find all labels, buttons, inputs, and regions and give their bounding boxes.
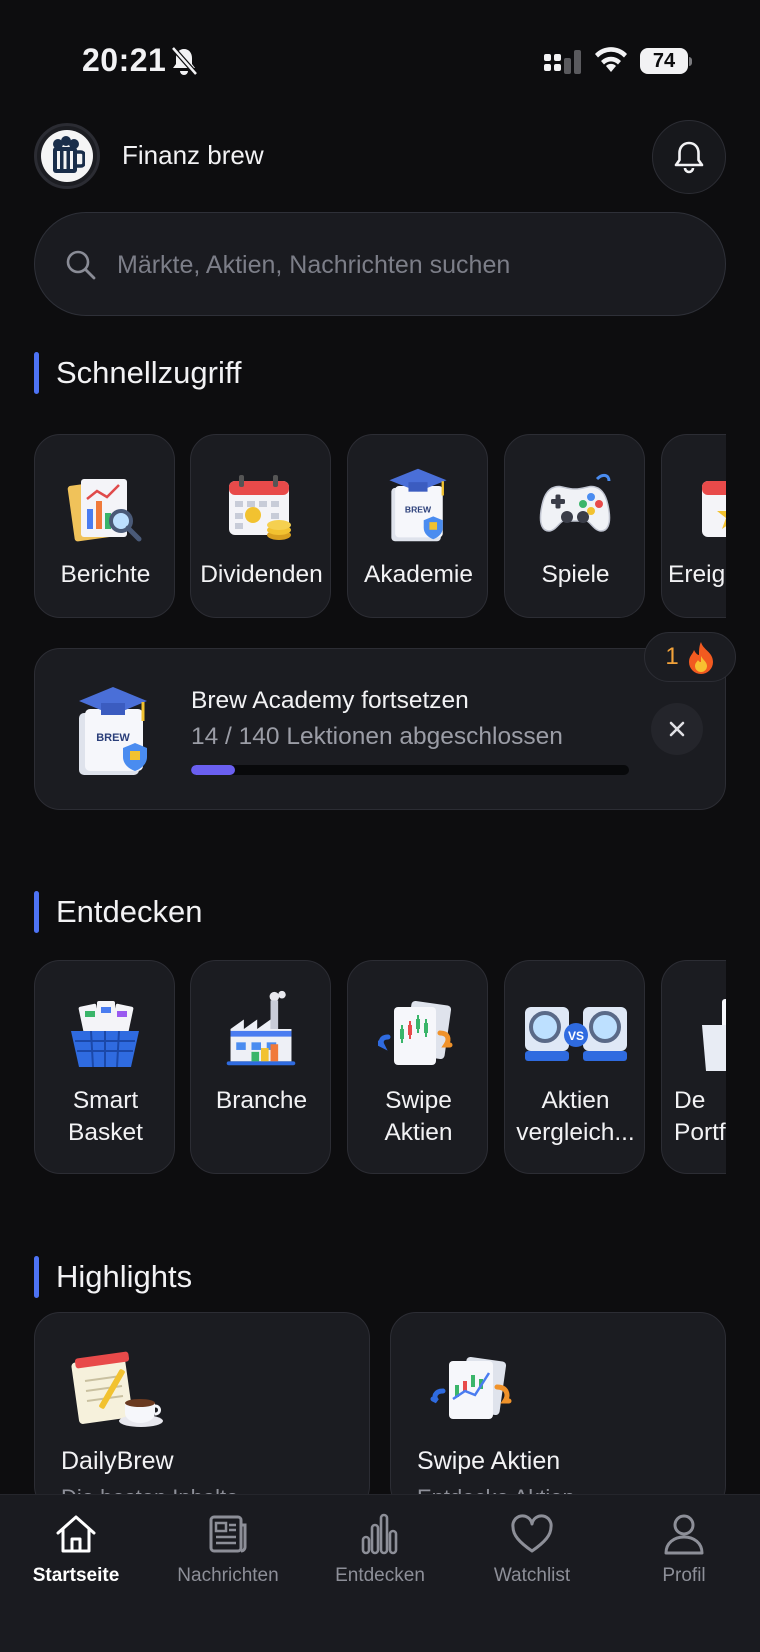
highlight-title: Swipe Aktien	[417, 1447, 561, 1475]
quick-access-academy[interactable]: BREW Akademie	[347, 434, 488, 618]
tile-label-line2: Aktien	[384, 1119, 453, 1146]
status-bar: 20:21 74	[0, 0, 760, 110]
tile-label-line1: Branche	[215, 1087, 308, 1114]
nav-label: Watchlist	[493, 1565, 571, 1586]
academy-progress-bar	[191, 765, 629, 775]
section-title-text: Entdecken	[56, 894, 203, 929]
quick-access-reports[interactable]: Berichte	[34, 434, 175, 618]
bell-icon	[674, 141, 704, 174]
tile-label-line1: De	[674, 1087, 706, 1114]
discover-compare-stocks[interactable]: VS Aktien vergleich...	[504, 960, 645, 1174]
nav-label: Startseite	[32, 1565, 120, 1586]
highlight-title: DailyBrew	[61, 1447, 174, 1475]
section-title-discover: Entdecken	[34, 891, 203, 933]
tile-label-line2: Basket	[68, 1119, 143, 1146]
tile-label-line2: vergleich...	[516, 1119, 635, 1146]
report-icon	[67, 479, 142, 542]
search-icon	[66, 250, 96, 280]
nav-label: Nachrichten	[177, 1565, 279, 1586]
section-accent-bar	[34, 352, 39, 394]
heart-icon	[511, 1514, 553, 1553]
person-icon	[664, 1514, 704, 1555]
section-title-highlights: Highlights	[34, 1256, 192, 1298]
tile-label: Akademie	[364, 561, 473, 588]
header: Finanz brew	[34, 120, 726, 196]
academy-progress-fill	[191, 765, 235, 775]
nav-label: Profil	[662, 1565, 706, 1586]
section-title-text: Schnellzugriff	[56, 355, 242, 390]
discover-row[interactable]: Smart Basket Branche Swipe Aktien VS Akt…	[34, 960, 726, 1174]
nav-item-home[interactable]: Startseite	[0, 1511, 152, 1591]
quick-access-row[interactable]: Berichte Dividenden BREW Akademie Spiele…	[34, 434, 726, 618]
tile-label-line1: Aktien	[541, 1087, 610, 1114]
streak-count: 1	[665, 643, 679, 670]
section-accent-bar	[34, 891, 39, 933]
portfolio-icon	[702, 999, 726, 1071]
battery-icon: 74	[640, 48, 692, 74]
app-name: Finanz brew	[122, 140, 264, 170]
quick-access-dividends[interactable]: Dividenden	[190, 434, 331, 618]
notifications-button[interactable]	[652, 120, 726, 194]
close-button[interactable]	[651, 703, 703, 755]
search-bar[interactable]	[34, 212, 726, 316]
academy-progress-card[interactable]: BREW Brew Academy fortsetzen 14 / 140 Le…	[34, 648, 726, 810]
quick-access-events[interactable]: Ereig	[661, 434, 726, 618]
tile-label-line1: Smart	[72, 1087, 139, 1114]
wifi-icon	[595, 47, 627, 72]
nav-label: Entdecken	[335, 1565, 425, 1586]
quick-access-games[interactable]: Spiele	[504, 434, 645, 618]
academy-title: Brew Academy fortsetzen	[191, 687, 469, 714]
industry-icon	[226, 990, 296, 1066]
swipe-stocks-icon	[430, 1356, 512, 1419]
academy-progress-text: 14 / 140 Lektionen abgeschlossen	[191, 723, 563, 750]
streak-badge: 1	[644, 632, 736, 682]
section-title-text: Highlights	[56, 1259, 193, 1294]
smart-basket-icon	[71, 1001, 139, 1068]
nav-item-profile[interactable]: Profil	[608, 1511, 760, 1591]
status-time: 20:21	[82, 42, 167, 78]
nav-item-news[interactable]: Nachrichten	[152, 1511, 304, 1591]
highlight-card-dailybrew[interactable]: DailyBrew Die besten Inhalte	[34, 1312, 370, 1512]
bar-chart-icon	[361, 1513, 398, 1555]
daily-notes-icon	[71, 1351, 163, 1427]
tile-label: Dividenden	[200, 561, 323, 588]
nav-item-watchlist[interactable]: Watchlist	[456, 1511, 608, 1591]
beer-mug-icon	[53, 136, 85, 173]
fire-icon	[688, 642, 713, 674]
bell-muted-icon	[171, 46, 198, 76]
tile-label: Ereig	[668, 561, 726, 588]
app-logo[interactable]	[34, 123, 100, 189]
battery-level: 74	[652, 50, 676, 72]
search-input[interactable]	[117, 241, 697, 289]
dividend-calendar-icon	[229, 475, 291, 540]
svg-text:VS: VS	[568, 1029, 584, 1043]
tile-label: Spiele	[541, 561, 610, 588]
tile-label: Berichte	[60, 561, 151, 588]
newspaper-icon	[209, 1515, 247, 1553]
section-title-quick-access: Schnellzugriff	[34, 352, 242, 394]
discover-smart-basket[interactable]: Smart Basket	[34, 960, 175, 1174]
svg-text:BREW: BREW	[96, 732, 130, 744]
tile-label-line1: Swipe	[385, 1087, 452, 1114]
close-icon	[669, 721, 685, 737]
home-icon	[56, 1515, 96, 1553]
highlight-card-swipe-stocks[interactable]: Swipe Aktien Entdecke Aktien	[390, 1312, 726, 1512]
svg-text:BREW: BREW	[405, 505, 432, 515]
swipe-stocks-icon	[378, 1000, 453, 1065]
discover-portfolio[interactable]: De Portf	[661, 960, 726, 1174]
discover-industry[interactable]: Branche	[190, 960, 331, 1174]
academy-icon: BREW	[389, 468, 447, 542]
gamepad-icon	[539, 473, 611, 532]
events-calendar-icon	[702, 481, 726, 537]
compare-stocks-icon: VS	[525, 1007, 627, 1061]
academy-icon: BREW	[79, 687, 147, 775]
section-accent-bar	[34, 1256, 39, 1298]
bottom-navigation: Startseite Nachrichten Entdecken Watchli…	[0, 1494, 760, 1652]
nav-item-discover[interactable]: Entdecken	[304, 1511, 456, 1591]
tile-label-line2: Portf	[674, 1119, 726, 1146]
signal-icon	[544, 50, 581, 74]
discover-swipe-stocks[interactable]: Swipe Aktien	[347, 960, 488, 1174]
